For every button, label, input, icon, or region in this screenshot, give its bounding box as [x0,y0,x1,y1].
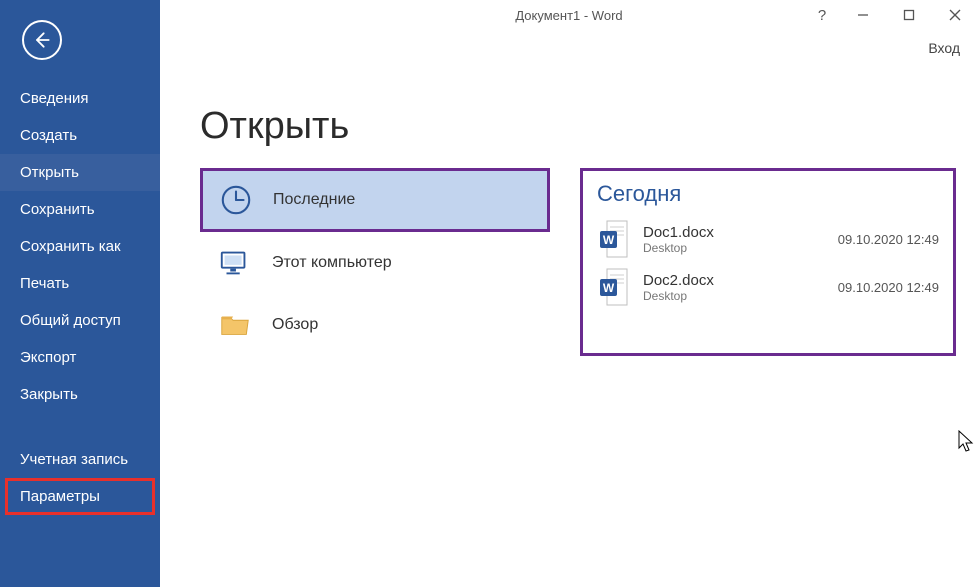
file-location: Desktop [643,241,809,255]
window-controls: ? [804,0,978,30]
sidebar-item-save[interactable]: Сохранить [0,191,160,228]
file-location: Desktop [643,289,809,303]
file-meta: Doc1.docx Desktop [643,224,809,255]
file-date: 09.10.2020 12:49 [819,232,939,247]
close-icon [949,9,961,21]
sidebar-item-export[interactable]: Экспорт [0,339,160,376]
sidebar-item-new[interactable]: Создать [0,117,160,154]
source-thispc[interactable]: Этот компьютер [200,232,550,294]
page-heading: Открыть [200,105,978,148]
file-item[interactable]: W Doc2.docx Desktop 09.10.2020 12:49 [597,263,939,311]
file-date: 09.10.2020 12:49 [819,280,939,295]
backstage-sidebar: Сведения Создать Открыть Сохранить Сохра… [0,0,160,587]
titlebar: Документ1 - Word ? [160,0,978,30]
main-area: Документ1 - Word ? Вход Открыть [160,0,978,587]
sidebar-item-close[interactable]: Закрыть [0,376,160,413]
word-doc-icon: W [597,267,633,307]
back-button[interactable] [22,20,62,60]
source-recent-label: Последние [273,191,355,209]
word-doc-icon: W [597,219,633,259]
sidebar-item-saveas[interactable]: Сохранить как [0,228,160,265]
file-meta: Doc2.docx Desktop [643,272,809,303]
arrow-left-icon [32,30,52,50]
recent-files-panel: Сегодня W Doc1.docx [580,168,956,356]
close-button[interactable] [932,0,978,30]
source-browse-label: Обзор [272,316,318,334]
source-list: Последние Этот компьютер [200,168,550,356]
sidebar-item-print[interactable]: Печать [0,265,160,302]
mouse-cursor-icon [958,430,976,454]
maximize-icon [903,9,915,21]
signin-link[interactable]: Вход [928,40,960,56]
svg-text:W: W [603,281,615,295]
window-title: Документ1 - Word [515,8,622,23]
open-content: Последние Этот компьютер [160,168,978,356]
maximize-button[interactable] [886,0,932,30]
svg-text:W: W [603,233,615,247]
file-name: Doc1.docx [643,224,809,241]
sidebar-item-info[interactable]: Сведения [0,80,160,117]
source-recent[interactable]: Последние [200,168,550,232]
sidebar-item-open[interactable]: Открыть [0,154,160,191]
sidebar-spacer [0,413,160,441]
minimize-button[interactable] [840,0,886,30]
app-root: Сведения Создать Открыть Сохранить Сохра… [0,0,978,587]
computer-icon [218,246,252,280]
help-button[interactable]: ? [804,0,840,30]
sidebar-item-options[interactable]: Параметры [5,478,155,515]
clock-icon [219,183,253,217]
file-item[interactable]: W Doc1.docx Desktop 09.10.2020 12:49 [597,215,939,263]
files-group-heading: Сегодня [597,181,939,207]
folder-icon [218,308,252,342]
source-thispc-label: Этот компьютер [272,254,392,272]
file-name: Doc2.docx [643,272,809,289]
source-browse[interactable]: Обзор [200,294,550,356]
sidebar-item-share[interactable]: Общий доступ [0,302,160,339]
minimize-icon [857,9,869,21]
sidebar-item-account[interactable]: Учетная запись [0,441,160,478]
